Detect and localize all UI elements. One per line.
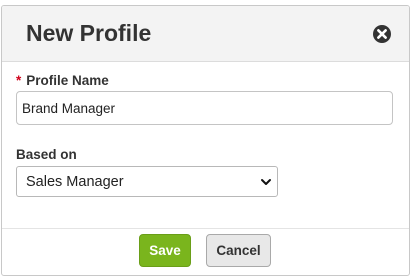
based-on-label: Based on — [16, 147, 77, 162]
chevron-down-icon — [261, 179, 271, 185]
dialog-title: New Profile — [26, 20, 152, 46]
profile-name-label: * Profile Name — [16, 73, 109, 89]
based-on-selected-value: Sales Manager — [26, 174, 124, 190]
new-profile-dialog: New Profile * Profile Name Based on Sales… — [1, 5, 410, 276]
profile-name-input[interactable] — [16, 91, 393, 125]
close-circle-icon — [373, 25, 391, 43]
required-marker: * — [16, 73, 22, 88]
dialog-footer: Save Cancel — [2, 228, 409, 275]
dialog-header: New Profile — [2, 6, 409, 62]
close-button[interactable] — [372, 24, 392, 44]
save-button[interactable]: Save — [139, 234, 191, 267]
cancel-button[interactable]: Cancel — [206, 234, 271, 267]
profile-name-label-text: Profile Name — [26, 73, 109, 88]
based-on-select[interactable]: Sales Manager — [16, 166, 278, 197]
